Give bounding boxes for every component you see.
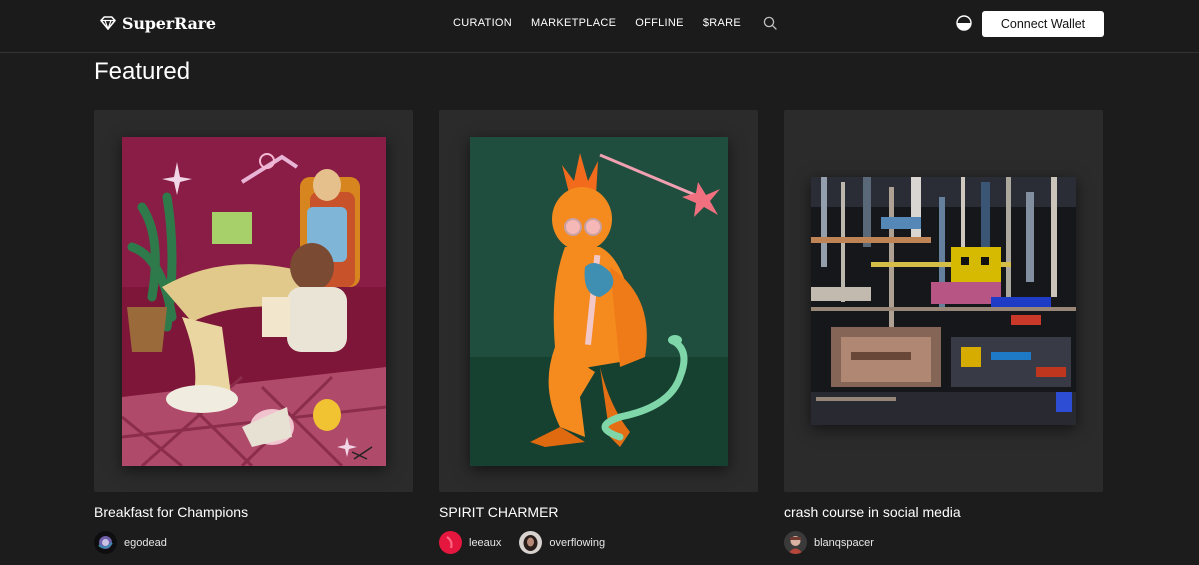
avatar <box>519 531 543 554</box>
artwork-title[interactable]: SPIRIT CHARMER <box>439 504 559 520</box>
creator-name: leeaux <box>469 536 502 549</box>
creator-name: blanqspacer <box>814 536 874 549</box>
theme-toggle-icon[interactable] <box>956 15 972 31</box>
artwork-card-frame[interactable] <box>439 110 758 492</box>
artwork-card: SPIRIT CHARMER leeaux overflowing <box>439 110 758 554</box>
artwork-card-frame[interactable] <box>94 110 413 492</box>
artwork-card-frame[interactable] <box>784 110 1103 492</box>
avatar <box>94 531 117 554</box>
nav-rare-token[interactable]: $RARE <box>703 17 741 29</box>
artwork-title[interactable]: Breakfast for Champions <box>94 504 248 520</box>
creator-link[interactable]: leeaux <box>439 531 501 554</box>
avatar <box>439 531 462 554</box>
creator-list: egodead <box>94 531 185 554</box>
search-icon[interactable] <box>763 16 777 30</box>
connect-wallet-button[interactable]: Connect Wallet <box>982 11 1104 37</box>
artwork-title[interactable]: crash course in social media <box>784 504 961 520</box>
avatar <box>784 531 807 554</box>
creator-list: blanqspacer <box>784 531 892 554</box>
artwork-card: Breakfast for Champions egodead <box>94 110 413 554</box>
superrare-logo[interactable]: SuperRare <box>100 12 216 34</box>
artwork-card: crash course in social media blanqspacer <box>784 110 1103 554</box>
artwork-image <box>122 137 386 466</box>
artwork-image <box>811 177 1076 425</box>
creator-link[interactable]: blanqspacer <box>784 531 874 554</box>
nav-offline[interactable]: OFFLINE <box>635 17 684 29</box>
brand-name: SuperRare <box>122 13 216 33</box>
creator-list: leeaux overflowing <box>439 531 623 554</box>
page-title: Featured <box>94 58 191 85</box>
main-nav: CURATION MARKETPLACE OFFLINE $RARE <box>453 0 777 46</box>
creator-name: egodead <box>124 536 167 549</box>
creator-name: overflowing <box>549 536 606 549</box>
nav-curation[interactable]: CURATION <box>453 17 512 29</box>
nav-marketplace[interactable]: MARKETPLACE <box>531 17 616 29</box>
creator-link[interactable]: egodead <box>94 531 167 554</box>
diamond-logo-icon <box>100 16 116 30</box>
top-nav-bar: SuperRare CURATION MARKETPLACE OFFLINE $… <box>0 0 1199 53</box>
creator-link[interactable]: overflowing <box>519 531 605 554</box>
artwork-image <box>470 137 728 466</box>
